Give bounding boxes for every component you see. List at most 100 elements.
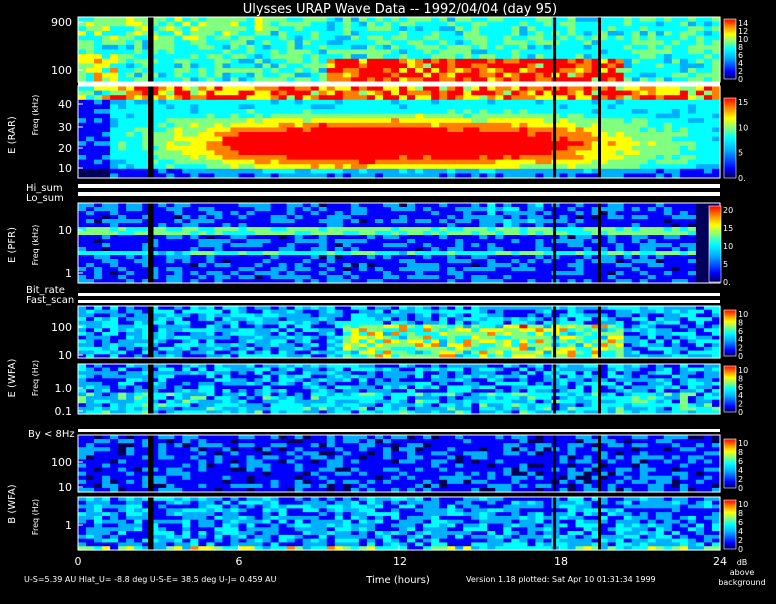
heatmap-cell [118,339,127,343]
heatmap-cell [311,351,320,355]
heatmap-cell [696,169,705,174]
heatmap-cell [624,91,633,96]
heatmap-cell [110,275,119,280]
heatmap-cell [439,59,448,64]
heatmap-cell [367,247,376,252]
heatmap-cell [319,59,328,64]
heatmap-cell [608,150,617,155]
heatmap-cell [439,40,448,45]
heatmap-cell [110,118,119,123]
heatmap-cell [303,223,312,228]
heatmap-cell [158,36,167,41]
heatmap-cell [367,91,376,96]
heatmap-cell [439,73,448,78]
heatmap-cell [86,227,95,232]
heatmap-cell [182,155,191,160]
heatmap-cell [664,169,673,174]
heatmap-cell [696,104,705,109]
heatmap-cell [696,219,705,224]
heatmap-cell [479,169,488,174]
heatmap-cell [648,22,657,27]
heatmap-cell [343,169,352,174]
heatmap-cell [535,243,544,248]
heatmap-cell [94,137,103,142]
heatmap-cell [535,127,544,132]
heatmap-cell [222,235,231,240]
heatmap-cell [351,306,360,310]
heatmap-cell [158,347,167,351]
heatmap-cell [343,247,352,252]
heatmap-cell [455,137,464,142]
heatmap-cell [126,336,135,340]
heatmap-cell [455,160,464,165]
heatmap-cell [479,141,488,146]
heatmap-cell [511,223,520,228]
heatmap-cell [166,150,175,155]
heatmap-cell [664,100,673,105]
heatmap-cell [656,169,665,174]
heatmap-cell [624,86,633,91]
heatmap-cell [696,68,705,73]
heatmap-cell [190,169,199,174]
heatmap-cell [247,118,256,123]
heatmap-cell [584,251,593,256]
heatmap-cell [455,215,464,220]
heatmap-cell [86,86,95,91]
heatmap-cell [375,95,384,100]
heatmap-cell [335,123,344,128]
heatmap-cell [495,207,504,212]
heatmap-cell [455,271,464,276]
heatmap-cell [447,36,456,41]
heatmap-cell [616,275,625,280]
heatmap-cell [632,137,641,142]
heatmap-cell [648,54,657,59]
heatmap-cell [624,203,633,208]
heatmap-cell [206,223,215,228]
heatmap-cell [303,63,312,68]
heatmap-cell [696,164,705,169]
y-tick: 30 [58,121,72,134]
heatmap-cell [174,100,183,105]
heatmap-cell [239,26,248,31]
heatmap-cell [576,59,585,64]
heatmap-cell [391,247,400,252]
heatmap-cell [423,123,432,128]
heatmap-cell [222,321,231,325]
heatmap-cell [343,325,352,329]
heatmap-cell [287,114,296,119]
heatmap-cell [78,109,87,114]
heatmap-cell [134,104,143,109]
heatmap-cell [247,259,256,264]
heatmap-cell [222,141,231,146]
heatmap-cell [94,63,103,68]
heatmap-cell [672,132,681,137]
heatmap-cell [656,275,665,280]
heatmap-cell [327,160,336,165]
heatmap-cell [166,31,175,36]
heatmap-cell [255,132,264,137]
heatmap-cell [423,45,432,50]
heatmap-cell [543,271,552,276]
heatmap-cell [367,251,376,256]
heatmap-cell [656,114,665,119]
heatmap-cell [391,339,400,343]
heatmap-cell [688,95,697,100]
heatmap-cell [190,251,199,256]
heatmap-cell [359,40,368,45]
heatmap-cell [351,313,360,317]
heatmap-cell [118,54,127,59]
heatmap-cell [383,160,392,165]
heatmap-cell [383,54,392,59]
heatmap-cell [632,50,641,55]
heatmap-cell [503,146,512,151]
heatmap-cell [94,68,103,73]
heatmap-cell [576,68,585,73]
heatmap-cell [375,211,384,216]
heatmap-cell [78,317,87,321]
heatmap-cell [118,63,127,68]
heatmap-cell [423,31,432,36]
heatmap-cell [535,203,544,208]
heatmap-cell [126,31,135,36]
heatmap-cell [519,223,528,228]
heatmap-cell [158,169,167,174]
